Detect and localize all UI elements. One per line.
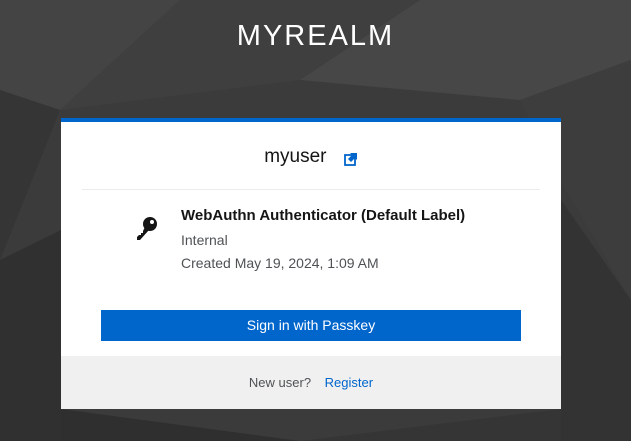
sign-in-with-passkey-button[interactable]: Sign in with Passkey [101, 310, 521, 341]
authenticator-created-date: Created May 19, 2024, 1:09 AM [181, 255, 379, 271]
authenticator-transport: Internal [181, 232, 228, 248]
realm-title: MYREALM [236, 20, 395, 52]
username-label: myuser [264, 146, 327, 167]
card-footer: New user? Register [61, 356, 561, 409]
register-link[interactable]: Register [325, 375, 373, 390]
divider [82, 189, 540, 190]
authenticator-label: WebAuthn Authenticator (Default Label) [181, 207, 466, 224]
external-link-icon[interactable] [343, 150, 358, 166]
username-row: myuser [61, 146, 561, 168]
login-card: myuser WebAuthn Authenticator (Default L… [61, 118, 561, 409]
authenticator-details: WebAuthn Authenticator (Default Label) I… [181, 206, 541, 272]
key-icon [135, 216, 159, 242]
new-user-label: New user? [248, 375, 312, 390]
